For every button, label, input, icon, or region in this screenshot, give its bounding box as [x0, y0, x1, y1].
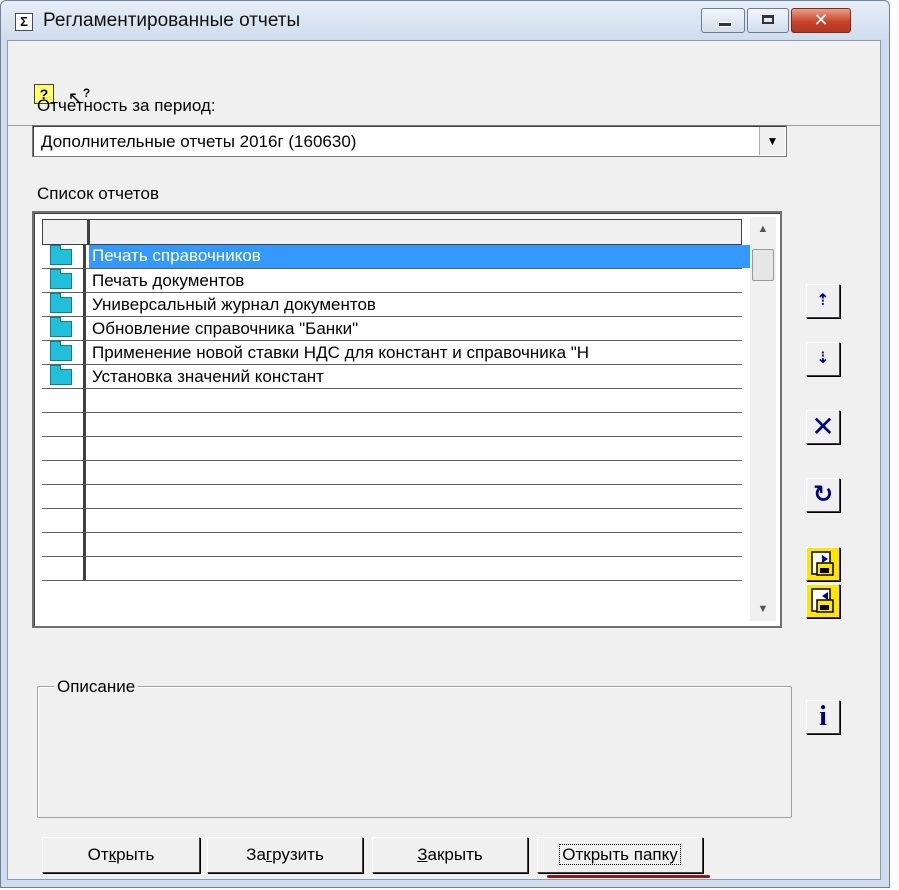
- list-item-label: Универсальный журнал документов: [92, 295, 376, 314]
- refresh-button[interactable]: ↻: [806, 478, 840, 512]
- list-item[interactable]: Универсальный журнал документов: [42, 293, 742, 317]
- load-disk-icon: [811, 588, 834, 613]
- maximize-button[interactable]: [747, 8, 789, 33]
- folder-icon: [50, 245, 72, 265]
- list-item[interactable]: Установка значений констант: [42, 365, 742, 389]
- open-button[interactable]: Открыть: [42, 837, 200, 873]
- period-select-value: Дополнительные отчеты 2016г (160630): [41, 132, 357, 151]
- period-label: Отчетность за период:: [37, 96, 216, 115]
- empty-row[interactable]: [42, 413, 742, 437]
- info-icon: i: [819, 701, 827, 732]
- row-icon-cell: [42, 245, 86, 268]
- save-disk-icon: [811, 551, 834, 576]
- list-item-label: Печать справочников: [89, 245, 752, 268]
- folder-icon: [50, 365, 72, 385]
- move-up-button[interactable]: ⇡: [806, 284, 840, 318]
- row-icon-cell: [42, 389, 86, 412]
- list-item-label: Установка значений констант: [92, 367, 324, 386]
- open-label-hotkey: к: [108, 845, 117, 864]
- chevron-down-icon[interactable]: ▼: [759, 127, 785, 155]
- folder-icon: [50, 293, 72, 313]
- info-button[interactable]: i: [806, 700, 840, 734]
- maximize-icon: [762, 15, 774, 24]
- description-label: Описание: [54, 677, 139, 697]
- reports-list: Печать справочников Печать документов Унив…: [42, 245, 752, 581]
- row-icon-cell: [42, 317, 86, 340]
- load-from-disk-button[interactable]: [806, 584, 840, 618]
- open-label-rest: рыть: [116, 845, 155, 864]
- refresh-icon: ↻: [812, 481, 834, 508]
- description-box: [37, 686, 792, 818]
- list-item[interactable]: Обновление справочника "Банки": [42, 317, 742, 341]
- minimize-icon: [718, 22, 732, 27]
- delete-icon: ✕: [811, 411, 835, 442]
- move-down-button[interactable]: ⇣: [806, 342, 840, 376]
- reports-grid[interactable]: Печать справочников Печать документов Унив…: [32, 211, 782, 628]
- close-button[interactable]: Закрыть: [372, 837, 528, 873]
- empty-row[interactable]: [42, 461, 742, 485]
- load-label-part: За: [246, 845, 266, 864]
- open-folder-label: Открыть папку: [559, 844, 681, 865]
- empty-row[interactable]: [42, 509, 742, 533]
- arrow-up-icon: ⇡: [816, 292, 830, 309]
- open-folder-button[interactable]: Открыть папку: [537, 837, 703, 873]
- reports-label: Список отчетов: [37, 184, 159, 203]
- list-item[interactable]: Применение новой ставки НДС для констант…: [42, 341, 742, 365]
- empty-row[interactable]: [42, 485, 742, 509]
- open-label-part: От: [87, 845, 109, 864]
- period-select[interactable]: Дополнительные отчеты 2016г (160630) ▼: [32, 125, 787, 157]
- close-window-button[interactable]: ✕: [791, 8, 851, 33]
- delete-button[interactable]: ✕: [806, 410, 840, 444]
- vertical-scrollbar[interactable]: ▲ ▼: [750, 217, 776, 621]
- row-icon-cell: [42, 341, 86, 364]
- row-icon-cell: [42, 365, 86, 388]
- title-bar[interactable]: Σ Регламентированные отчеты ✕: [1, 1, 889, 41]
- scroll-thumb[interactable]: [752, 249, 774, 281]
- list-item[interactable]: Печать справочников: [42, 245, 752, 269]
- load-button[interactable]: Загрузить: [207, 837, 363, 873]
- highlight-underline: [547, 875, 710, 878]
- row-icon-cell: [42, 437, 86, 460]
- row-icon-cell: [42, 293, 86, 316]
- scroll-up-icon[interactable]: ▲: [750, 217, 776, 241]
- row-icon-cell: [42, 557, 86, 580]
- arrow-down-icon: ⇣: [816, 350, 830, 367]
- sigma-icon: Σ: [15, 13, 33, 31]
- minimize-button[interactable]: [701, 8, 745, 33]
- row-icon-cell: [42, 485, 86, 508]
- empty-row[interactable]: [42, 533, 742, 557]
- row-icon-cell: [42, 413, 86, 436]
- grid-header: [42, 219, 742, 245]
- save-to-disk-button[interactable]: [806, 547, 840, 581]
- list-item-label: Применение новой ставки НДС для констант…: [92, 343, 590, 362]
- list-item-label: Печать документов: [92, 271, 245, 290]
- window-title: Регламентированные отчеты: [43, 10, 301, 31]
- close-label-rest: акрыть: [427, 845, 483, 864]
- folder-icon: [50, 317, 72, 337]
- folder-icon: [50, 269, 72, 289]
- empty-row[interactable]: [42, 557, 742, 581]
- load-label-rest: рузить: [272, 845, 324, 864]
- scroll-down-icon[interactable]: ▼: [750, 597, 776, 621]
- folder-icon: [50, 341, 72, 361]
- row-icon-cell: [42, 533, 86, 556]
- empty-row[interactable]: [42, 389, 742, 413]
- list-item[interactable]: Печать документов: [42, 269, 742, 293]
- row-icon-cell: [42, 269, 86, 292]
- close-icon: ✕: [813, 10, 829, 30]
- list-item-label: Обновление справочника "Банки": [92, 319, 359, 338]
- row-icon-cell: [42, 461, 86, 484]
- row-icon-cell: [42, 509, 86, 532]
- close-label-hotkey: З: [417, 845, 428, 864]
- empty-row[interactable]: [42, 437, 742, 461]
